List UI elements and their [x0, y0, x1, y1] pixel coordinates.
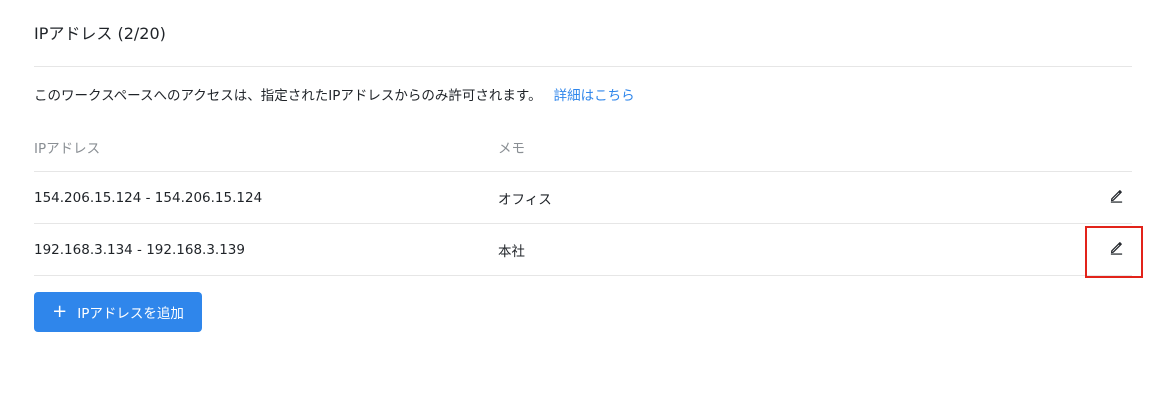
ip-range-cell: 192.168.3.134 - 192.168.3.139: [34, 241, 245, 258]
column-header-memo: メモ: [498, 140, 525, 157]
ip-range-cell: 154.206.15.124 - 154.206.15.124: [34, 189, 263, 206]
description-text: このワークスペースへのアクセスは、指定されたIPアドレスからのみ許可されます。: [34, 88, 542, 104]
memo-cell: オフィス: [498, 191, 552, 208]
table-header: IPアドレス メモ: [34, 126, 1132, 172]
row-actions: [1092, 186, 1132, 210]
pencil-icon: [1109, 188, 1124, 207]
ip-address-table: IPアドレス メモ 154.206.15.124 - 154.206.15.12…: [34, 126, 1132, 276]
learn-more-link[interactable]: 詳細はこちら: [554, 88, 635, 104]
add-ip-address-button[interactable]: + IPアドレスを追加: [34, 292, 202, 332]
memo-cell: 本社: [498, 243, 525, 260]
description: このワークスペースへのアクセスは、指定されたIPアドレスからのみ許可されます。詳…: [34, 86, 1132, 106]
table-row: 154.206.15.124 - 154.206.15.124 オフィス: [34, 172, 1132, 224]
pencil-icon: [1109, 240, 1124, 259]
ip-address-panel: IPアドレス (2/20) このワークスペースへのアクセスは、指定されたIPアド…: [34, 0, 1132, 332]
edit-button[interactable]: [1104, 238, 1128, 262]
edit-button[interactable]: [1104, 186, 1128, 210]
section-title: IPアドレス (2/20): [34, 24, 166, 43]
add-ip-address-label: IPアドレスを追加: [77, 306, 184, 322]
table-row: 192.168.3.134 - 192.168.3.139 本社: [34, 224, 1132, 276]
section-header: IPアドレス (2/20): [34, 0, 1132, 67]
column-header-ip: IPアドレス: [34, 140, 101, 157]
plus-icon: +: [52, 301, 68, 322]
row-actions: [1092, 238, 1132, 262]
